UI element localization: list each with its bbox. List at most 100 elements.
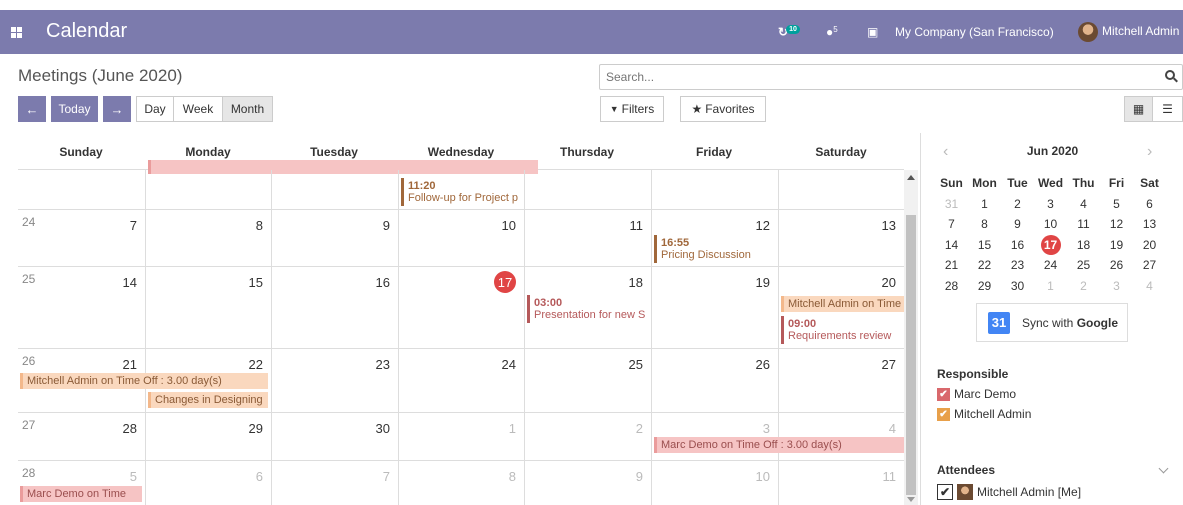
day-number[interactable]: 7 [350,469,390,484]
sync-google-button[interactable]: 31 Sync with Google [976,303,1128,342]
mini-day[interactable]: 8 [968,214,1001,235]
mini-day[interactable]: 19 [1100,235,1133,256]
mini-day[interactable]: 11 [1067,214,1100,235]
event-requirements-review[interactable]: 09:00 Requirements review [781,316,904,344]
mini-day[interactable]: 12 [1100,214,1133,235]
day-number[interactable]: 7 [97,218,137,233]
day-number[interactable]: 6 [223,469,263,484]
checkbox-checked-icon[interactable]: ✔ [937,407,950,421]
mini-day[interactable]: 25 [1067,255,1100,276]
day-number[interactable]: 22 [223,357,263,372]
day-number[interactable]: 30 [350,421,390,436]
user-menu[interactable]: Mitchell Admin [1078,22,1179,42]
scroll-down-icon[interactable] [907,497,915,502]
checkbox-checked-icon[interactable]: ✔ [937,484,953,500]
event-presentation[interactable]: 03:00 Presentation for new S [527,295,649,323]
mini-day[interactable]: 27 [1133,255,1166,276]
mini-day[interactable]: 1 [1034,276,1067,297]
event-bar-partial[interactable] [148,160,538,174]
mini-day[interactable]: 10 [1034,214,1067,235]
day-number[interactable]: 10 [730,469,770,484]
mini-day[interactable]: 18 [1067,235,1100,256]
mini-day[interactable]: 9 [1001,214,1034,235]
mini-day[interactable]: 17 [1034,234,1067,256]
mini-day[interactable]: 2 [1067,276,1100,297]
checkbox-checked-icon[interactable]: ✔ [937,387,950,401]
mini-day[interactable]: 29 [968,276,1001,297]
gift-icon[interactable]: ▣ [867,25,878,39]
filters-button[interactable]: ▼ Filters [600,96,664,122]
day-number[interactable]: 10 [476,218,516,233]
event-followup[interactable]: 11:20 Follow-up for Project p [401,178,523,206]
chevron-down-icon[interactable] [1158,463,1169,474]
mini-day[interactable]: 26 [1100,255,1133,276]
filter-attendee-me[interactable]: ✔ Mitchell Admin [Me] [937,484,1081,500]
mini-day[interactable]: 22 [968,255,1001,276]
mini-day[interactable]: 1 [968,194,1001,215]
list-view-button[interactable]: ☰ [1152,96,1183,122]
day-number[interactable]: 19 [730,275,770,290]
apps-menu-icon[interactable] [11,27,22,38]
next-button[interactable]: → [103,96,131,122]
company-switcher[interactable]: My Company (San Francisco) [895,25,1054,39]
mini-day[interactable]: 23 [1001,255,1034,276]
calendar-grid[interactable]: 24 7 8 9 10 11 12 13 25 14 15 16 17 18 19 20 26 21 22 23 24 2… [18,160,904,505]
scale-day-button[interactable]: Day [136,96,174,122]
activity-menu[interactable]: ↻10 [778,25,800,39]
mini-day[interactable]: 7 [935,214,968,235]
day-number[interactable]: 4 [856,421,896,436]
mini-day[interactable]: 16 [1001,235,1034,256]
event-changes-designing[interactable]: Changes in Designing [148,392,268,408]
scroll-up-icon[interactable] [907,175,915,180]
day-number[interactable]: 29 [223,421,263,436]
day-number[interactable]: 15 [223,275,263,290]
messages-menu[interactable]: ●5 [826,25,838,39]
day-number[interactable]: 21 [97,357,137,372]
search-input[interactable] [600,65,1140,89]
day-number[interactable]: 8 [223,218,263,233]
mini-day[interactable]: 28 [935,276,968,297]
calendar-view-button[interactable]: ▦ [1124,96,1153,122]
favorites-button[interactable]: ★ Favorites [680,96,766,122]
filter-marc-demo[interactable]: ✔ Marc Demo [937,387,1016,401]
mini-day[interactable]: 14 [935,235,968,256]
app-title[interactable]: Calendar [46,20,127,43]
mini-day[interactable]: 21 [935,255,968,276]
mini-day[interactable]: 4 [1067,194,1100,215]
day-number[interactable]: 3 [730,421,770,436]
scroll-thumb[interactable] [906,215,916,495]
day-number[interactable]: 12 [730,218,770,233]
chevron-right-icon[interactable]: › [1147,143,1152,161]
day-number[interactable]: 11 [856,469,897,484]
mini-day[interactable]: 4 [1133,276,1166,297]
today-day-number[interactable]: 17 [494,271,516,293]
mini-day[interactable]: 15 [968,235,1001,256]
day-number[interactable]: 26 [730,357,770,372]
day-number[interactable]: 5 [97,469,137,484]
day-number[interactable]: 23 [350,357,390,372]
event-timeoff-marc[interactable]: Marc Demo on Time Off : 3.00 day(s) [654,437,904,453]
day-number[interactable]: 16 [350,275,390,290]
search-icon[interactable] [1165,70,1175,80]
day-number[interactable]: 24 [476,357,516,372]
day-number[interactable]: 25 [603,357,643,372]
mini-day[interactable]: 30 [1001,276,1034,297]
day-number[interactable]: 11 [603,218,644,233]
day-number[interactable]: 14 [97,275,137,290]
today-button[interactable]: Today [51,96,98,122]
scale-week-button[interactable]: Week [173,96,223,122]
mini-day[interactable]: 20 [1133,235,1166,256]
event-timeoff-mitchell[interactable]: Mitchell Admin on Time Off : 3.00 day(s) [20,373,268,389]
day-number[interactable]: 9 [350,218,390,233]
event-pricing-discussion[interactable]: 16:55 Pricing Discussion [654,235,776,263]
mini-day[interactable]: 5 [1100,194,1133,215]
calendar-scrollbar[interactable] [904,170,918,505]
day-number[interactable]: 1 [476,421,516,436]
mini-day[interactable]: 3 [1034,194,1067,215]
mini-day[interactable]: 24 [1034,255,1067,276]
event-timeoff-mitchell[interactable]: Mitchell Admin on Time [781,296,904,312]
filter-mitchell-admin[interactable]: ✔ Mitchell Admin [937,407,1031,421]
mini-day[interactable]: 2 [1001,194,1034,215]
day-number[interactable]: 20 [856,275,896,290]
day-number[interactable]: 18 [603,275,643,290]
